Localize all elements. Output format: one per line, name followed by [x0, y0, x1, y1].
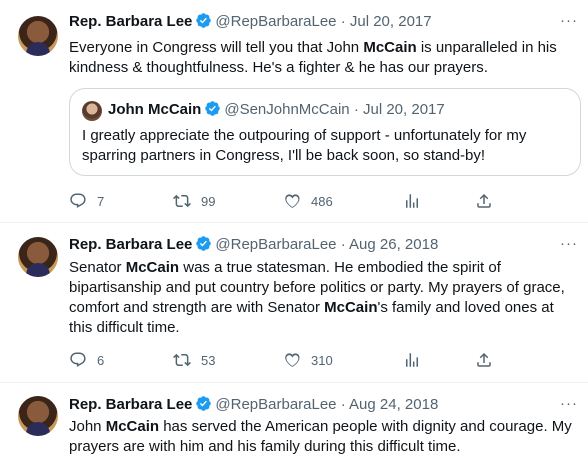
- tweet-actions: 7 99 486: [69, 191, 509, 211]
- author-handle[interactable]: @RepBarbaraLee: [215, 13, 336, 30]
- analytics-icon: [406, 353, 418, 367]
- tweet[interactable]: Rep. Barbara Lee @RepBarbaraLee · Jul 20,…: [0, 0, 588, 223]
- like-button[interactable]: 486: [283, 191, 333, 211]
- retweet-button[interactable]: 53: [173, 350, 215, 370]
- analytics-icon: [406, 194, 418, 208]
- more-options-button[interactable]: ···: [560, 395, 578, 412]
- reply-icon: [70, 193, 86, 208]
- quoted-tweet-header: John McCain @SenJohnMcCain · Jul 20, 2017: [108, 100, 445, 120]
- tweet-date[interactable]: Aug 26, 2018: [349, 236, 438, 253]
- reply-icon: [70, 352, 86, 367]
- separator-dot: ·: [340, 236, 346, 253]
- highlighted-term: McCain: [125, 259, 180, 276]
- like-count: 486: [311, 193, 333, 209]
- avatar[interactable]: [82, 101, 102, 121]
- quoted-tweet[interactable]: John McCain @SenJohnMcCain · Jul 20, 2017…: [69, 88, 581, 176]
- author-handle[interactable]: @SenJohnMcCain: [224, 101, 349, 118]
- more-options-button[interactable]: ···: [560, 12, 578, 29]
- share-icon: [477, 193, 491, 208]
- tweet-text: Everyone in Congress will tell you that …: [69, 38, 575, 78]
- author-handle[interactable]: @RepBarbaraLee: [215, 236, 336, 253]
- avatar[interactable]: [18, 16, 58, 56]
- separator-dot: ·: [340, 396, 346, 413]
- author-name[interactable]: Rep. Barbara Lee: [69, 396, 192, 413]
- retweet-icon: [173, 194, 191, 208]
- like-button[interactable]: 310: [283, 350, 333, 370]
- heart-icon: [285, 353, 300, 367]
- more-options-button[interactable]: ···: [560, 235, 578, 252]
- author-name[interactable]: Rep. Barbara Lee: [69, 13, 192, 30]
- like-count: 310: [311, 352, 333, 368]
- tweet-date[interactable]: Jul 20, 2017: [350, 13, 432, 30]
- retweet-button[interactable]: 99: [173, 191, 215, 211]
- quoted-tweet-text: I greatly appreciate the outpouring of s…: [82, 127, 527, 164]
- share-button[interactable]: [475, 191, 503, 211]
- verified-badge-icon: [205, 101, 221, 116]
- tweet-date[interactable]: Jul 20, 2017: [363, 101, 445, 118]
- tweet-text: Senator McCain was a true statesman. He …: [69, 258, 575, 338]
- text-segment: John: [69, 418, 106, 435]
- text-segment: Senator: [69, 259, 126, 276]
- author-name[interactable]: John McCain: [108, 101, 201, 118]
- heart-icon: [285, 194, 300, 208]
- retweet-count: 99: [201, 193, 216, 209]
- verified-badge-icon: [196, 236, 212, 251]
- tweet-header: Rep. Barbara Lee @RepBarbaraLee · Jul 20,…: [69, 12, 432, 32]
- share-button[interactable]: [475, 350, 503, 370]
- tweet-header: Rep. Barbara Lee @RepBarbaraLee · Aug 24,…: [69, 395, 438, 415]
- reply-count: 6: [97, 352, 105, 368]
- verified-badge-icon: [196, 13, 212, 28]
- views-button[interactable]: [403, 191, 431, 211]
- retweet-count: 53: [201, 352, 216, 368]
- highlighted-term: McCain: [363, 39, 417, 56]
- reply-button[interactable]: 7: [69, 191, 104, 211]
- highlighted-term: McCain: [324, 299, 378, 316]
- reply-count: 7: [97, 193, 105, 209]
- tweet-actions: 6 53 310: [69, 350, 509, 370]
- tweet[interactable]: Rep. Barbara Lee @RepBarbaraLee · Aug 24,…: [0, 383, 588, 470]
- separator-dot: ·: [353, 101, 359, 118]
- author-name[interactable]: Rep. Barbara Lee: [69, 236, 192, 253]
- text-segment: Everyone in Congress will tell you that …: [69, 39, 364, 56]
- separator-dot: ·: [340, 13, 346, 30]
- tweet-date[interactable]: Aug 24, 2018: [349, 396, 438, 413]
- views-button[interactable]: [403, 350, 431, 370]
- share-icon: [477, 352, 491, 367]
- tweet-header: Rep. Barbara Lee @RepBarbaraLee · Aug 26,…: [69, 235, 438, 255]
- author-handle[interactable]: @RepBarbaraLee: [215, 396, 336, 413]
- reply-button[interactable]: 6: [69, 350, 104, 370]
- tweet[interactable]: Rep. Barbara Lee @RepBarbaraLee · Aug 26,…: [0, 223, 588, 383]
- retweet-icon: [173, 353, 191, 367]
- highlighted-term: McCain: [105, 418, 160, 435]
- avatar[interactable]: [18, 237, 58, 277]
- tweet-text: John McCain has served the American peop…: [69, 417, 575, 457]
- verified-badge-icon: [196, 396, 212, 411]
- avatar[interactable]: [18, 396, 58, 436]
